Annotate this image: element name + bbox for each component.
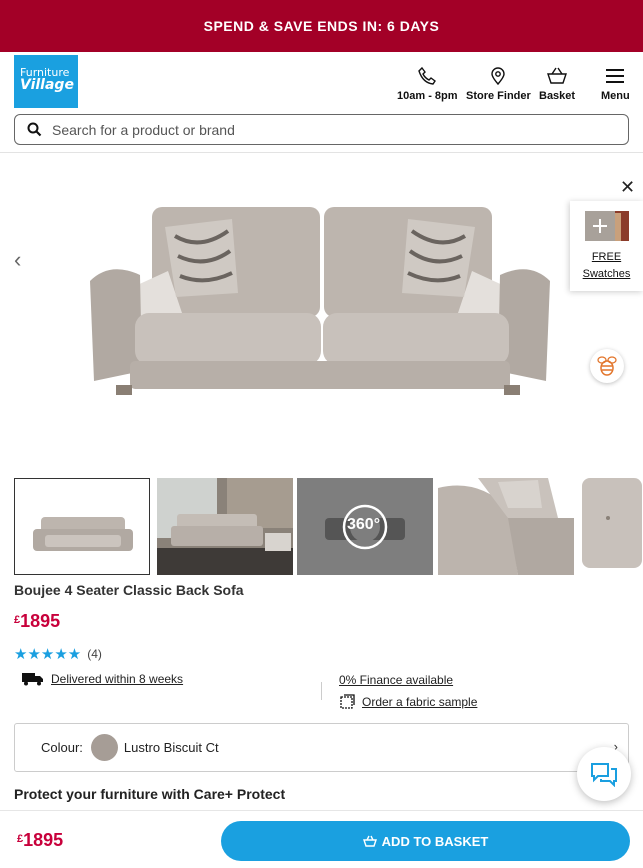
thumbnail-room-image	[157, 478, 293, 575]
thumbnail-detail-image	[578, 478, 643, 575]
location-pin-icon	[491, 67, 506, 86]
phone-hours-link[interactable]: 10am - 8pm	[397, 66, 458, 102]
star-rating-icon: ★★★★★	[14, 646, 82, 663]
basket-link[interactable]: Basket	[539, 66, 575, 102]
thumbnail-closeup-image	[438, 478, 574, 575]
fabric-sample-icon	[340, 694, 355, 709]
search-input[interactable]	[52, 121, 592, 138]
fabric-sample-link[interactable]: Order a fabric sample	[362, 695, 477, 709]
product-rating[interactable]: ★★★★★ (4)	[14, 645, 102, 663]
basket-label: Basket	[539, 90, 576, 102]
chat-bubbles-icon	[591, 763, 617, 787]
info-divider	[321, 682, 322, 700]
site-header: Furniture Village 10am - 8pm Store Finde…	[0, 52, 643, 112]
bottom-price-value: 1895	[23, 830, 64, 850]
menu-label: Menu	[601, 90, 630, 102]
close-swatches-icon[interactable]: ✕	[620, 177, 635, 198]
delivery-link[interactable]: Delivered within 8 weeks	[51, 672, 183, 686]
delivery-info[interactable]: Delivered within 8 weeks	[22, 672, 183, 686]
search-bar[interactable]	[14, 114, 629, 145]
thumbnail-2[interactable]	[157, 478, 293, 575]
product-price: £1895	[14, 611, 60, 632]
finance-link[interactable]: 0% Finance available	[339, 673, 453, 687]
bottom-price: £1895	[17, 830, 63, 851]
previous-image-arrow-icon[interactable]: ‹	[14, 247, 21, 273]
basket-icon	[547, 67, 568, 84]
thumbnail-sofa-image	[15, 479, 149, 574]
add-to-basket-button[interactable]: ADD TO BASKET	[221, 821, 630, 861]
phone-icon	[418, 66, 437, 85]
logo[interactable]: Furniture Village	[14, 55, 78, 108]
search-icon	[27, 122, 42, 137]
bee-badge[interactable]	[590, 349, 624, 383]
promo-banner[interactable]: SPEND & SAVE ENDS IN: 6 DAYS	[0, 0, 643, 52]
add-to-basket-label: ADD TO BASKET	[381, 833, 489, 849]
colour-label: Colour:	[41, 740, 83, 755]
care-protect-heading: Protect your furniture with Care+ Protec…	[14, 786, 286, 802]
colour-swatch	[90, 734, 118, 761]
rating-count: (4)	[87, 647, 102, 661]
free-swatches-card[interactable]: FREE Swatches	[570, 201, 643, 291]
thumbnail-5[interactable]	[578, 478, 643, 575]
price-value: 1895	[20, 611, 61, 631]
hours-label: 10am - 8pm	[397, 90, 458, 102]
swatch-plus-icon	[584, 211, 629, 241]
badge-360-text: 360°	[347, 516, 381, 533]
logo-line2: Village	[20, 77, 74, 93]
finance-info[interactable]: 0% Finance available	[339, 673, 453, 687]
thumbnail-strip: 360°	[14, 478, 643, 576]
fabric-sample-info[interactable]: Order a fabric sample	[339, 694, 477, 710]
sticky-bottom-bar: £1895 ADD TO BASKET	[0, 810, 643, 868]
product-title: Boujee 4 Seater Classic Back Sofa	[14, 582, 244, 598]
delivery-truck-icon	[22, 673, 43, 686]
colour-selector[interactable]: Colour: Lustro Biscuit Ct ›	[14, 723, 629, 772]
product-image-gallery[interactable]: ‹ ✕ FREE Swatches	[0, 153, 643, 473]
swatches-label: Swatches	[582, 268, 631, 280]
promo-text: SPEND & SAVE ENDS IN: 6 DAYS	[203, 18, 440, 34]
chat-button[interactable]	[577, 747, 631, 801]
hamburger-icon	[606, 69, 625, 83]
store-finder-label: Store Finder	[466, 90, 531, 102]
menu-button[interactable]: Menu	[601, 66, 630, 102]
colour-value: Lustro Biscuit Ct	[123, 740, 219, 755]
basket-icon	[362, 835, 377, 847]
thumbnail-4[interactable]	[438, 478, 574, 575]
store-finder-link[interactable]: Store Finder	[466, 66, 531, 102]
swatches-free-label: FREE	[591, 251, 622, 263]
sofa-image	[90, 207, 550, 395]
thumbnail-360[interactable]: 360°	[297, 478, 433, 575]
thumbnail-1[interactable]	[14, 478, 150, 575]
bee-icon	[597, 356, 617, 376]
